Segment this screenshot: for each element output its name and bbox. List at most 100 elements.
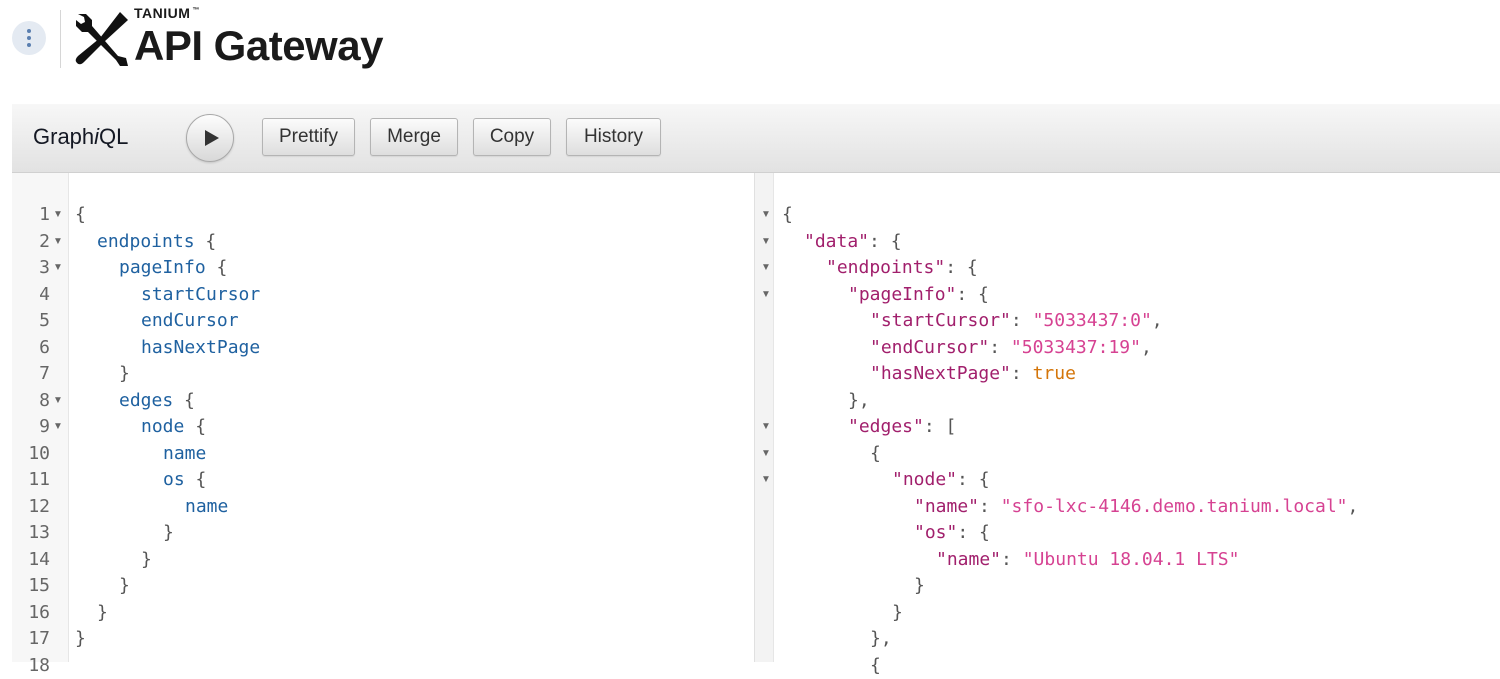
result-line: "node": {: [892, 467, 990, 494]
result-line: },: [848, 388, 870, 415]
result-line: {: [782, 202, 793, 229]
json-key: "endpoints": [826, 257, 945, 278]
fold-arrow-icon[interactable]: ▼: [53, 388, 63, 415]
query-field: endpoints: [97, 231, 195, 252]
brace: },: [848, 390, 870, 411]
brace: }: [97, 602, 108, 623]
query-line: endCursor: [141, 308, 239, 335]
brace: {: [870, 443, 881, 464]
line-number: 9: [12, 414, 50, 441]
json-key: "endCursor": [870, 337, 989, 358]
fold-arrow-icon[interactable]: ▼: [761, 441, 771, 468]
menu-button[interactable]: [12, 21, 46, 55]
fold-arrow-icon[interactable]: ▼: [53, 229, 63, 256]
colon: :: [979, 496, 1001, 517]
json-key: "data": [804, 231, 869, 252]
punctuation: : {: [945, 257, 978, 278]
query-line: edges {: [119, 388, 195, 415]
line-number: 7: [12, 361, 50, 388]
line-number: 2: [12, 229, 50, 256]
brace: }: [119, 575, 130, 596]
fold-arrow-icon[interactable]: ▼: [761, 414, 771, 441]
prettify-button[interactable]: Prettify: [262, 118, 355, 156]
fold-arrow-icon[interactable]: ▼: [761, 202, 771, 229]
brace: {: [184, 416, 206, 437]
result-line: "startCursor": "5033437:0",: [870, 308, 1163, 335]
query-line: pageInfo {: [119, 255, 227, 282]
fold-arrow-icon[interactable]: ▼: [53, 202, 63, 229]
brace: }: [119, 363, 130, 384]
colon: :: [1011, 310, 1033, 331]
line-number: 18: [12, 653, 50, 679]
query-line: hasNextPage: [141, 335, 260, 362]
fold-arrow-icon[interactable]: ▼: [761, 255, 771, 282]
result-line: "edges": [: [848, 414, 956, 441]
fold-arrow-icon[interactable]: ▼: [761, 282, 771, 309]
json-key: "edges": [848, 416, 924, 437]
line-number: 15: [12, 573, 50, 600]
result-line: "pageInfo": {: [848, 282, 989, 309]
history-button[interactable]: History: [566, 118, 661, 156]
colon: :: [1001, 549, 1023, 570]
merge-button[interactable]: Merge: [370, 118, 458, 156]
json-string-value: "sfo-lxc-4146.demo.tanium.local": [1001, 496, 1348, 517]
result-line: "endCursor": "5033437:19",: [870, 335, 1152, 362]
punctuation: ,: [1348, 496, 1359, 517]
query-field: name: [185, 496, 228, 517]
query-field: endCursor: [141, 310, 239, 331]
punctuation: : {: [869, 231, 902, 252]
punctuation: ,: [1152, 310, 1163, 331]
query-line: }: [75, 626, 86, 653]
result-line: "os": {: [914, 520, 990, 547]
query-field: hasNextPage: [141, 337, 260, 358]
result-line: "hasNextPage": true: [870, 361, 1076, 388]
kebab-menu-icon: [27, 29, 31, 47]
result-line: "name": "Ubuntu 18.04.1 LTS": [936, 547, 1239, 574]
query-field: name: [163, 443, 206, 464]
query-line: node {: [141, 414, 206, 441]
graphiql-title: GraphiQL: [33, 124, 128, 150]
json-key: "name": [914, 496, 979, 517]
colon: :: [1011, 363, 1033, 384]
line-number: 6: [12, 335, 50, 362]
copy-button[interactable]: Copy: [473, 118, 551, 156]
query-line: name: [163, 441, 206, 468]
fold-arrow-icon[interactable]: ▼: [761, 229, 771, 256]
result-line: {: [870, 441, 881, 468]
json-key: "startCursor": [870, 310, 1011, 331]
punctuation: : [: [924, 416, 957, 437]
result-fold-gutter: ▼▼▼▼▼▼▼: [754, 173, 774, 662]
query-field: startCursor: [141, 284, 260, 305]
line-number: 1: [12, 202, 50, 229]
json-boolean-value: true: [1033, 363, 1076, 384]
query-field: edges: [119, 390, 173, 411]
line-number-gutter: 1▼2▼3▼45678▼9▼101112131415161718: [12, 173, 69, 662]
line-number: 5: [12, 308, 50, 335]
json-string-value: "Ubuntu 18.04.1 LTS": [1023, 549, 1240, 570]
punctuation: : {: [957, 469, 990, 490]
json-key: "node": [892, 469, 957, 490]
fold-arrow-icon[interactable]: ▼: [761, 467, 771, 494]
result-line: }: [892, 600, 903, 627]
line-number: 12: [12, 494, 50, 521]
line-number: 11: [12, 467, 50, 494]
result-line: },: [870, 626, 892, 653]
fold-arrow-icon[interactable]: ▼: [53, 414, 63, 441]
brace: {: [173, 390, 195, 411]
query-line: endpoints {: [97, 229, 216, 256]
query-line: }: [119, 361, 130, 388]
execute-query-button[interactable]: [186, 114, 234, 162]
line-number: 16: [12, 600, 50, 627]
query-field: pageInfo: [119, 257, 206, 278]
result-line: "name": "sfo-lxc-4146.demo.tanium.local"…: [914, 494, 1358, 521]
fold-arrow-icon[interactable]: ▼: [53, 255, 63, 282]
query-line: name: [185, 494, 228, 521]
result-line: }: [914, 573, 925, 600]
query-line: os {: [163, 467, 206, 494]
line-number: 4: [12, 282, 50, 309]
line-number: 17: [12, 626, 50, 653]
line-number: 8: [12, 388, 50, 415]
brace: }: [75, 628, 86, 649]
brace: {: [206, 257, 228, 278]
query-editor[interactable]: 1▼2▼3▼45678▼9▼101112131415161718 {endpoi…: [12, 173, 754, 662]
